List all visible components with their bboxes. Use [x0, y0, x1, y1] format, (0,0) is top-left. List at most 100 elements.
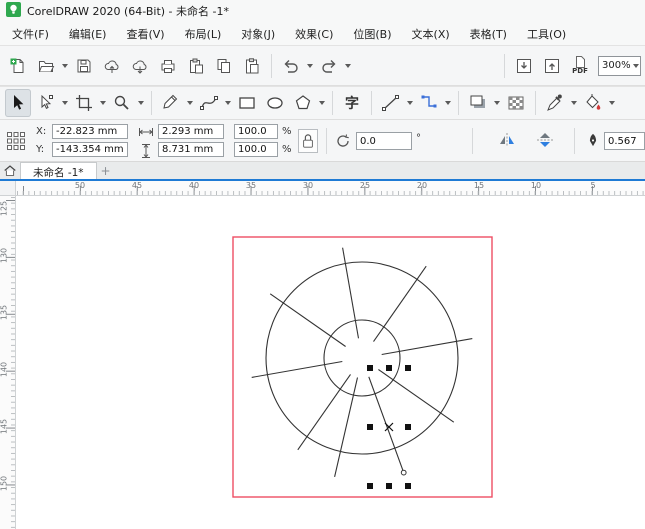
x-position-input[interactable] — [52, 124, 128, 139]
ruler-origin-corner[interactable] — [0, 181, 16, 196]
paste-button[interactable] — [239, 52, 265, 80]
ruler-label: 150 — [0, 475, 9, 492]
copy-icon — [217, 58, 230, 73]
text-tool-button[interactable]: 字 — [339, 89, 365, 117]
menu-item-text[interactable]: 文本(X) — [402, 23, 460, 45]
bezier-tool-flyout-caret[interactable] — [225, 101, 231, 105]
drop-shadow-tool-button[interactable] — [465, 89, 491, 117]
export-button[interactable] — [539, 52, 565, 80]
publish-to-pdf-button[interactable]: PDF — [567, 52, 593, 80]
new-tab-button[interactable]: + — [97, 162, 115, 179]
shadow-tool-flyout-caret[interactable] — [494, 101, 500, 105]
selection-handle — [405, 424, 411, 430]
ellipse-tool-button[interactable] — [262, 89, 288, 117]
rectangle-tool-button[interactable] — [234, 89, 260, 117]
ruler-label: 145 — [0, 418, 9, 435]
welcome-home-button[interactable] — [0, 162, 20, 179]
redo-dropdown-caret[interactable] — [345, 63, 351, 68]
y-position-input[interactable] — [52, 142, 128, 157]
rotation-angle-input[interactable] — [356, 132, 412, 150]
interactive-fill-tool-button[interactable] — [580, 89, 606, 117]
bezier-tool-button[interactable] — [196, 89, 222, 117]
document-page-svg[interactable] — [16, 196, 645, 529]
save-button[interactable] — [71, 52, 97, 80]
connector-tool-button[interactable] — [416, 89, 442, 117]
polygon-tool-button[interactable] — [290, 89, 316, 117]
open-dropdown-caret[interactable] — [62, 63, 68, 68]
undo-button[interactable] — [278, 52, 304, 80]
separator — [504, 53, 505, 78]
object-width-input[interactable] — [158, 124, 224, 139]
eyedropper-tool-button[interactable] — [542, 89, 568, 117]
menu-item-file[interactable]: 文件(F) — [2, 23, 59, 45]
separator — [151, 91, 152, 115]
copy-button[interactable] — [211, 52, 237, 80]
mirror-horizontal-button[interactable] — [496, 131, 518, 149]
bezier-icon — [200, 96, 218, 110]
line-tool-flyout-caret[interactable] — [407, 101, 413, 105]
text-tool-icon: 字 — [345, 96, 359, 112]
zoom-dropdown-caret[interactable] — [632, 63, 639, 68]
menu-item-table[interactable]: 表格(T) — [460, 23, 517, 45]
transparency-tool-button[interactable] — [503, 89, 529, 117]
eyedropper-icon — [547, 94, 562, 111]
polygon-tool-flyout-caret[interactable] — [319, 101, 325, 105]
lock-ratio-button[interactable] — [298, 129, 318, 153]
menu-item-edit[interactable]: 编辑(E) — [59, 23, 117, 45]
ruler-label: 135 — [0, 304, 9, 321]
drawing-canvas[interactable] — [16, 196, 645, 529]
object-origin-button[interactable] — [6, 131, 26, 151]
selection-handle — [367, 365, 373, 371]
print-button[interactable] — [155, 52, 181, 80]
rotation-icon — [334, 132, 352, 150]
menu-item-view[interactable]: 查看(V) — [116, 23, 174, 45]
zoom-level-combobox[interactable]: 300% — [598, 55, 641, 76]
fill-tool-flyout-caret[interactable] — [609, 101, 615, 105]
vertical-ruler[interactable]: 125 130 135 140 145 150 — [0, 196, 16, 529]
lock-icon — [303, 134, 313, 148]
redo-button[interactable] — [316, 52, 342, 80]
shape-tool-flyout-caret[interactable] — [62, 101, 68, 105]
shape-tool-button[interactable] — [33, 89, 59, 117]
two-point-line-tool-button[interactable] — [378, 89, 404, 117]
two-point-line-icon — [382, 95, 399, 111]
object-origin-grid-icon — [7, 132, 25, 150]
cloud-download-button[interactable] — [127, 52, 153, 80]
undo-dropdown-caret[interactable] — [307, 63, 313, 68]
pink-rectangle-object[interactable] — [232, 236, 493, 498]
object-height-input[interactable] — [158, 142, 224, 157]
import-icon — [517, 58, 531, 73]
pick-tool-button[interactable] — [5, 89, 31, 117]
crop-tool-button[interactable] — [71, 89, 97, 117]
ruler-label: 40 — [188, 181, 200, 190]
new-document-button[interactable] — [5, 52, 31, 80]
curve-node[interactable] — [400, 469, 407, 476]
menu-item-layout[interactable]: 布局(L) — [175, 23, 232, 45]
open-button[interactable] — [33, 52, 59, 80]
menu-item-effects[interactable]: 效果(C) — [285, 23, 343, 45]
export-icon — [545, 58, 559, 73]
degree-label: ° — [416, 133, 421, 144]
cloud-upload-button[interactable] — [99, 52, 125, 80]
menu-item-object[interactable]: 对象(J) — [231, 23, 285, 45]
separator — [371, 91, 372, 115]
import-button[interactable] — [511, 52, 537, 80]
zoom-tool-flyout-caret[interactable] — [138, 101, 144, 105]
freehand-tool-flyout-caret[interactable] — [187, 101, 193, 105]
outline-width-input[interactable] — [604, 132, 645, 150]
paste-special-button[interactable] — [183, 52, 209, 80]
scale-vertical-input[interactable] — [234, 142, 278, 157]
eyedropper-flyout-caret[interactable] — [571, 101, 577, 105]
zoom-tool-button[interactable] — [109, 89, 135, 117]
horizontal-ruler[interactable]: 50 45 40 35 30 25 20 15 10 5 — [16, 181, 645, 196]
connector-tool-flyout-caret[interactable] — [445, 101, 451, 105]
freehand-tool-button[interactable] — [158, 89, 184, 117]
mirror-vertical-button[interactable] — [534, 131, 556, 149]
scale-horizontal-input[interactable] — [234, 124, 278, 139]
menu-item-tools[interactable]: 工具(O) — [517, 23, 576, 45]
pdf-icon: PDF — [572, 56, 588, 75]
menu-item-bitmaps[interactable]: 位图(B) — [343, 23, 401, 45]
document-tab-active[interactable]: 未命名 -1* — [20, 162, 97, 179]
property-bar: X: Y: % % ° — [0, 120, 645, 162]
crop-tool-flyout-caret[interactable] — [100, 101, 106, 105]
